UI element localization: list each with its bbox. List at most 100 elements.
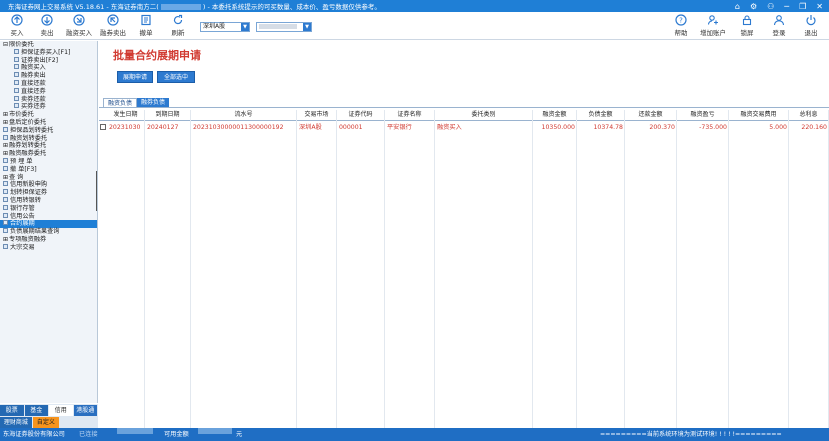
sidebar-item-label: 查 询 [9,173,24,181]
refresh-button[interactable]: 刷新 [161,14,195,37]
sidebar-nav: ⊟限价委托 担保证券买入[F1] 证券卖出[F2] 融资买入 融券卖出 直接还款 直接还券卖… [0,41,98,403]
sidebar-item[interactable]: 证券卖出[F2] [0,56,97,65]
exit-button[interactable]: 退出 [794,14,828,37]
menu-item-icon [3,204,8,210]
sidebar-item[interactable]: 负债展期结果查询 [0,228,97,236]
market-select[interactable]: 深圳A股 ▼ [200,22,250,32]
select-all-button[interactable]: 全部选中 [157,71,195,83]
column-header[interactable]: 总利息 [789,110,829,120]
sidebar-item[interactable]: ⊞专项融资融券 [0,236,97,244]
toolbar: 买入 卖出 融资买入 融券卖出 撤单 刷新 深圳A股 ▼ ▼ ? 帮助 增加账户… [0,12,829,40]
short-sell-button[interactable]: 融券卖出 [96,14,130,37]
column-divider [576,110,577,429]
account-select[interactable]: ▼ [256,22,312,32]
refresh-icon [173,14,183,25]
column-header[interactable]: 交易市场 [297,110,337,120]
column-header[interactable]: 委托类别 [435,110,533,120]
sell-button[interactable]: 卖出 [30,14,64,37]
tab-margin-debt[interactable]: 融资负债 [103,98,138,107]
sidebar-scrollbar[interactable] [96,171,97,211]
available-amount-label: 可用金额 [164,431,189,438]
sidebar-item[interactable]: 大宗交易 [0,243,97,252]
sidebar-item[interactable]: 担保证券买入[F1] [0,48,97,57]
sidebar-item[interactable]: 合约展期 [0,220,97,229]
sidebar-item[interactable]: 撤 单[F3] [0,165,97,174]
menu-item-icon [3,220,8,226]
tab-fund[interactable]: 基金 [24,405,48,416]
home-icon[interactable]: ⌂ [735,2,740,11]
table-cell: 220.160 [801,124,827,131]
expand-icon[interactable]: ⊞ [3,174,8,181]
sidebar-item[interactable]: ⊞融券划转委托 [0,142,97,150]
skin-icon[interactable]: ⚇ [767,2,774,11]
row-checkbox[interactable] [100,124,106,130]
sidebar-item[interactable]: 卖券还款 [0,95,97,104]
close-button[interactable]: ✕ [816,2,823,11]
sidebar-item[interactable]: 担保品划转委托 [0,126,97,135]
column-header[interactable]: 发生日期 [107,110,145,120]
lock-screen-button[interactable]: 锁屏 [730,14,764,37]
tab-custom[interactable]: 自定义 [32,417,60,428]
sidebar-item-label: 银行存管 [10,204,35,212]
tab-stock[interactable]: 股票 [0,405,24,416]
bottom-tabs-row1: 股票 基金 信用 港股通 [0,405,98,416]
minimize-button[interactable]: ─ [784,2,789,11]
sidebar-item[interactable]: 直接还券 [0,87,97,96]
sidebar-item-label: 信用公告 [10,212,35,220]
table-cell: 5.000 [769,124,787,131]
environment-notice: =========当前系统环境为测试环境! ! ! ! !========= [600,431,782,438]
expand-icon[interactable]: ⊞ [3,150,8,157]
help-button[interactable]: ? 帮助 [664,14,698,37]
sidebar-item-label: 融券卖出 [21,72,46,80]
margin-buy-button[interactable]: 融资买入 [62,14,96,37]
add-account-button[interactable]: 增加账户 [696,14,730,37]
tab-wealth-mall[interactable]: 理财商城 [0,417,32,428]
column-divider [532,110,533,429]
sidebar-item[interactable]: ⊟限价委托 [0,41,97,49]
column-header[interactable]: 还款金额 [625,110,677,120]
column-header[interactable]: 证券名称 [385,110,435,120]
expand-icon[interactable]: ⊞ [3,142,8,149]
sidebar-item-label: 担保证券买入[F1] [21,48,71,56]
table-cell: 000001 [339,124,363,131]
sidebar-item[interactable]: ⊞融资融券委托 [0,150,97,158]
column-header[interactable]: 到期日期 [145,110,191,120]
sidebar-item[interactable]: 信用转银转 [0,196,97,205]
expand-icon[interactable]: ⊞ [3,111,8,118]
column-header[interactable]: 融资交易费用 [729,110,789,120]
column-divider [296,110,297,429]
sidebar-item[interactable]: 融券卖出 [0,72,97,80]
menu-item-icon [14,56,19,62]
tab-hk-connect[interactable]: 港股通 [73,405,97,416]
sidebar-item[interactable]: 买券还券 [0,103,97,111]
sidebar-item[interactable]: 信用新股申购 [0,181,97,189]
column-header[interactable]: 融资金额 [533,110,577,120]
column-header[interactable]: 流水号 [191,110,297,120]
tab-credit[interactable]: 信用 [49,405,73,416]
login-button[interactable]: 登录 [762,14,796,37]
expand-icon[interactable]: ⊞ [3,236,8,243]
column-header[interactable]: 负债金额 [577,110,625,120]
sidebar-item[interactable]: 银行存管 [0,204,97,213]
maximize-button[interactable]: ❐ [799,2,806,11]
buy-button[interactable]: 买入 [0,14,34,37]
sidebar-item[interactable]: 预 埋 单 [0,157,97,166]
sidebar-item[interactable]: 划转担保证券 [0,189,97,197]
tab-short-debt[interactable]: 融券负债 [137,98,170,107]
cancel-order-button[interactable]: 撤单 [129,14,163,37]
sidebar-item[interactable]: 融资买入 [0,64,97,72]
sidebar-item-label: 信用转银转 [10,196,41,204]
sidebar-item[interactable]: ⊞盘后定价委托 [0,119,97,127]
extension-apply-button[interactable]: 展期申请 [117,71,153,83]
sidebar-item-label: 直接还券 [21,87,46,95]
expand-icon[interactable]: ⊞ [3,119,8,126]
sidebar-item[interactable]: ⊞市价委托 [0,111,97,119]
table-cell: -735.000 [699,124,727,131]
collapse-icon[interactable]: ⊟ [3,41,8,48]
column-header[interactable]: 融资盈亏 [677,110,729,120]
buy-icon [11,14,23,26]
settings-icon[interactable]: ⚙ [750,2,757,11]
sidebar-item[interactable]: 直接还款 [0,79,97,88]
column-header[interactable]: 证券代码 [337,110,385,120]
sidebar-item-label: 专项融资融券 [9,235,47,243]
